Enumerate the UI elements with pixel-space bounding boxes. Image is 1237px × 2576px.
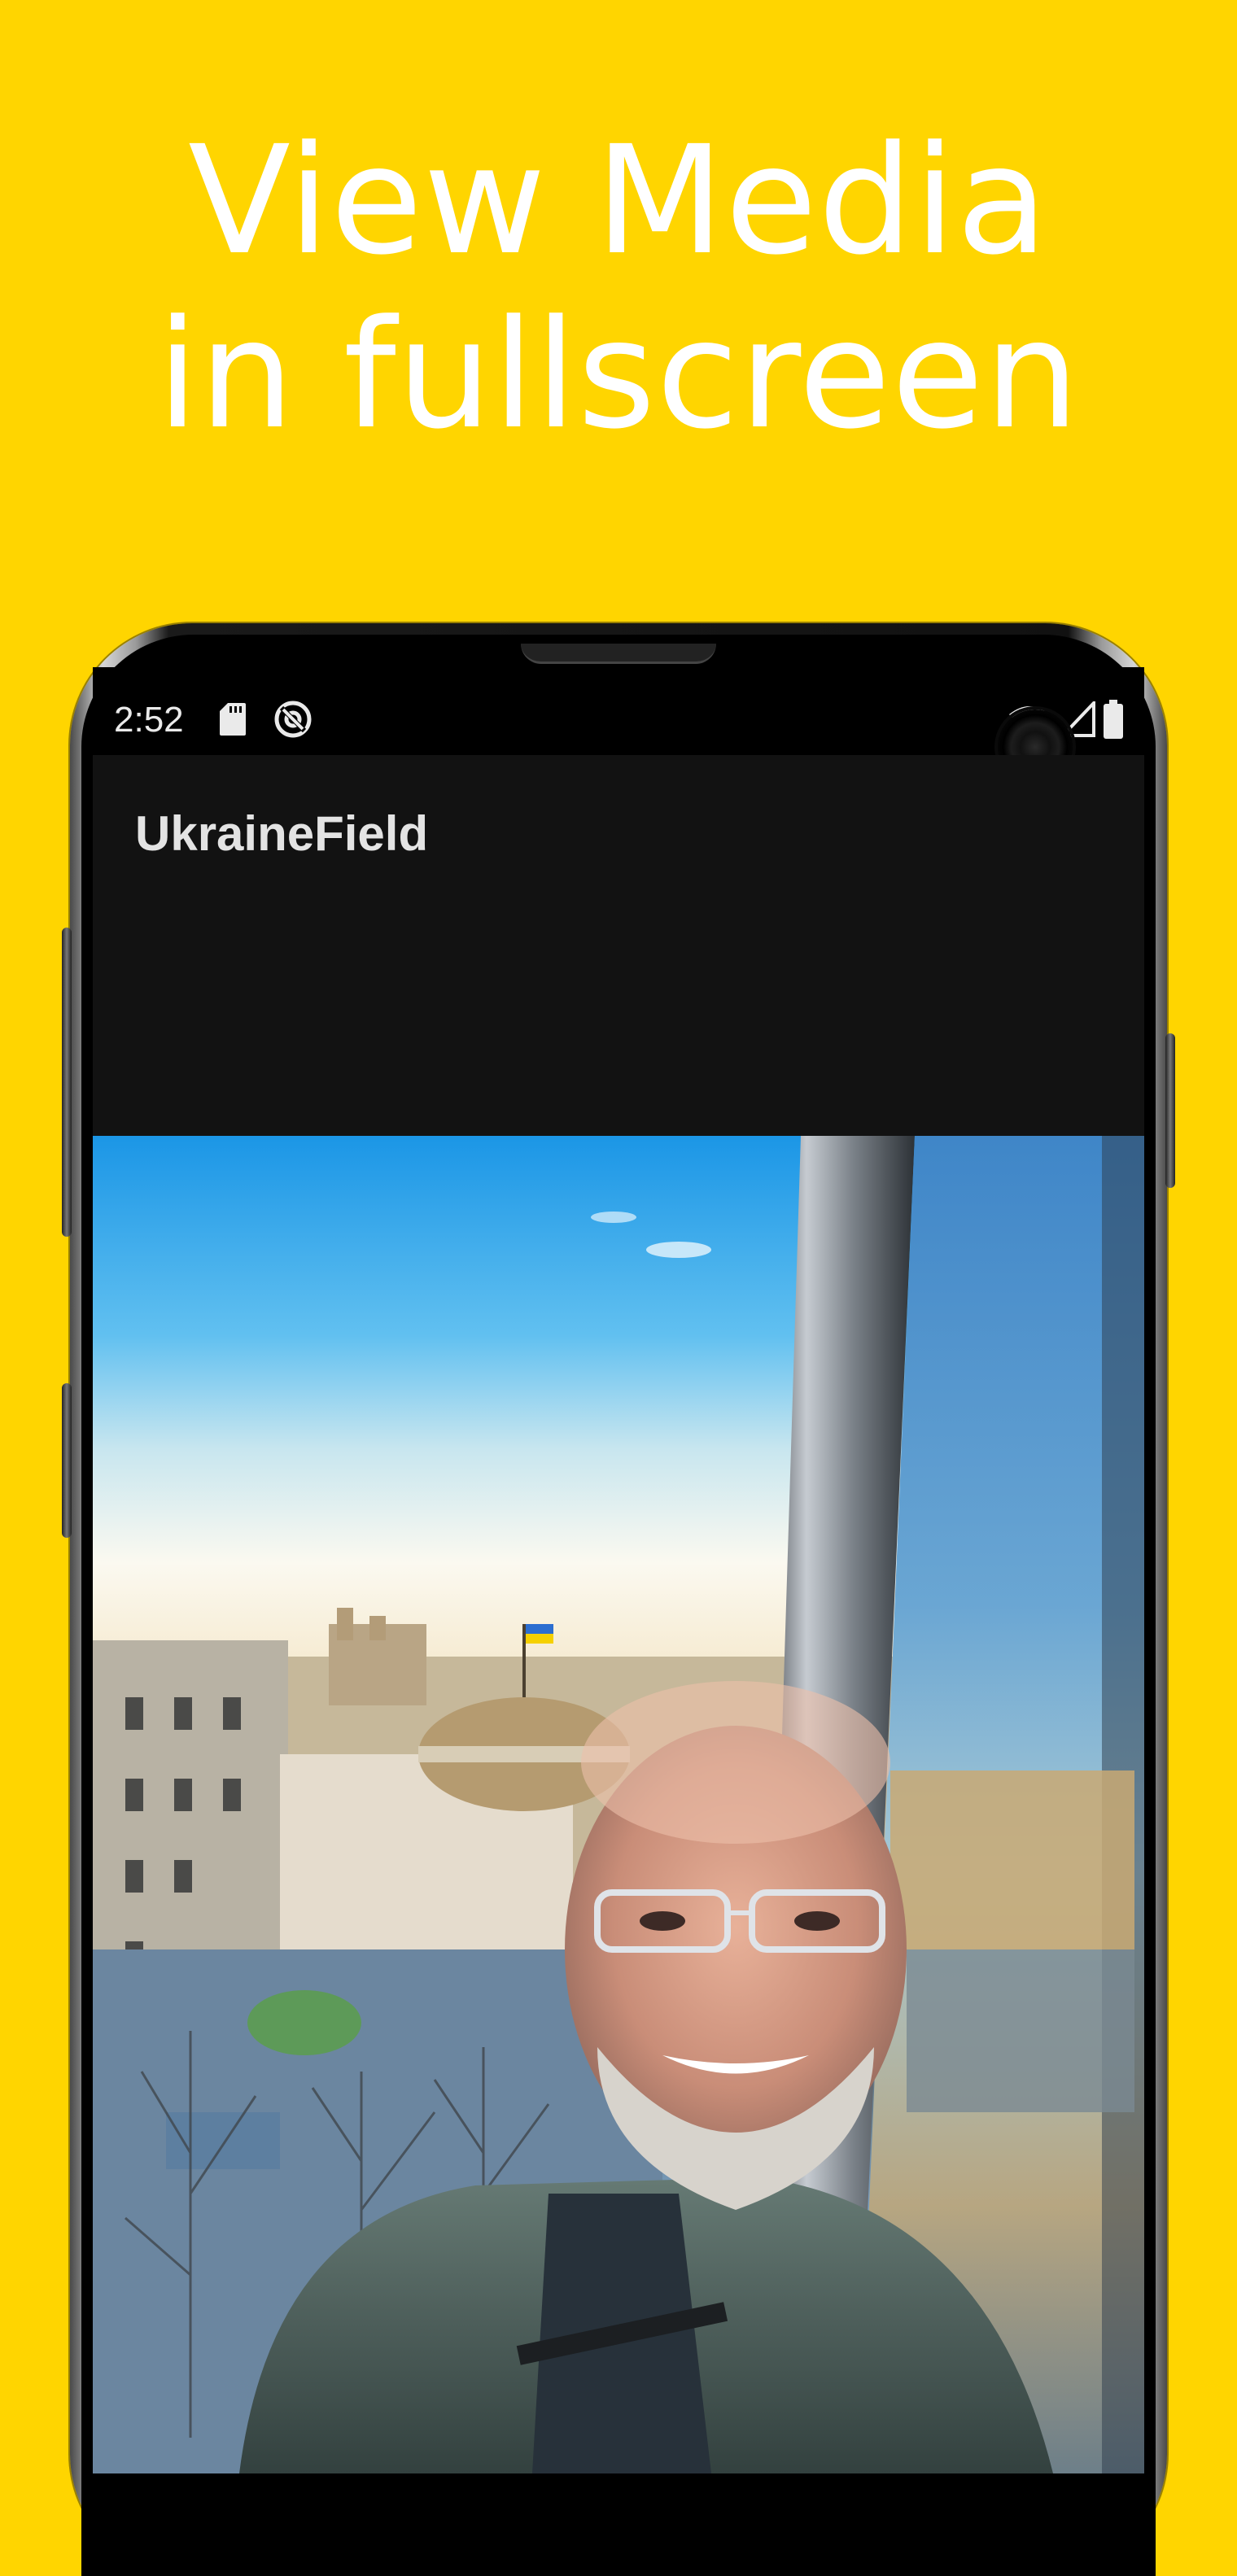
right-side-button <box>1165 1033 1175 1188</box>
headline-line-1: View Media <box>188 114 1049 288</box>
battery-icon <box>1104 700 1123 739</box>
fullscreen-photo[interactable] <box>93 1136 1144 2473</box>
sd-card-icon <box>220 703 246 736</box>
promo-headline: View Media in fullscreen <box>0 114 1237 462</box>
power-button <box>62 1383 72 1538</box>
phone-screen: 2:52 UkraineField <box>93 667 1144 2473</box>
volume-up-button <box>62 928 72 1237</box>
app-bar: UkraineField <box>93 755 1144 1136</box>
status-time: 2:52 <box>114 700 184 740</box>
app-title: UkraineField <box>135 806 429 861</box>
status-bar: 2:52 <box>93 667 1144 784</box>
headline-line-2: in fullscreen <box>156 288 1081 462</box>
earpiece-speaker <box>521 644 716 664</box>
sync-icon <box>274 701 312 738</box>
photo-illustration <box>93 1136 1144 2473</box>
